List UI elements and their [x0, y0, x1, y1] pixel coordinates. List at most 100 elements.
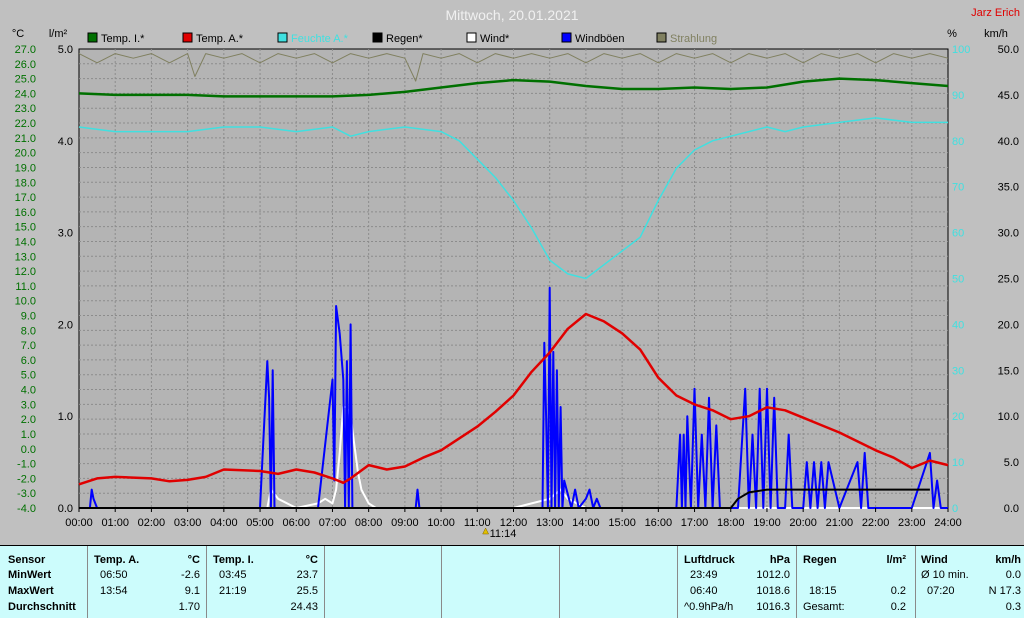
row-label-max: MaxWert: [8, 585, 54, 597]
temp-tick-label: 20.0: [15, 148, 36, 160]
temp-tick-label: 22.0: [15, 118, 36, 130]
column-divider: [796, 546, 797, 618]
rain-total-label: Gesamt:: [803, 601, 845, 613]
wind-unit-label: km/h: [984, 28, 1008, 40]
wind-avg: 0.0: [1005, 569, 1021, 581]
x-tick-label: 05:00: [246, 517, 274, 529]
temp-tick-label: 10.0: [15, 296, 36, 308]
humidity-tick-label: 80: [952, 136, 964, 148]
temp-i-max-time: 21:19: [219, 585, 247, 597]
humidity-tick-label: 100: [952, 44, 970, 56]
pressure-avg: 1016.3: [756, 601, 790, 613]
temp-tick-label: 14.0: [15, 236, 36, 248]
column-divider: [559, 546, 560, 618]
x-tick-label: 24:00: [934, 517, 962, 529]
temp-tick-label: 4.0: [21, 385, 36, 397]
rain-tick-label: 1.0: [58, 411, 73, 423]
rain-tick-label: 2.0: [58, 319, 73, 331]
x-tick-label: 16:00: [645, 517, 673, 529]
rain-tick-label: 3.0: [58, 228, 73, 240]
temp-tick-label: 23.0: [15, 103, 36, 115]
x-tick-label: 01:00: [101, 517, 129, 529]
x-tick-label: 07:00: [319, 517, 347, 529]
humidity-tick-label: 20: [952, 411, 964, 423]
legend-label: Windböen: [575, 33, 625, 45]
wind-max: N 17.3: [988, 585, 1021, 597]
humidity-tick-label: 90: [952, 90, 964, 102]
temp-tick-label: 21.0: [15, 133, 36, 145]
temp-tick-label: 3.0: [21, 399, 36, 411]
temp-tick-label: 1.0: [21, 429, 36, 441]
rain-tick-label: 0.0: [58, 503, 73, 515]
wind-tick-label: 35.0: [998, 182, 1019, 194]
column-divider: [441, 546, 442, 618]
pressure-max: 1018.6: [756, 585, 790, 597]
x-tick-label: 20:00: [789, 517, 817, 529]
x-tick-label: 18:00: [717, 517, 745, 529]
temp-tick-label: 27.0: [15, 44, 36, 56]
temp-tick-label: -4.0: [17, 503, 36, 515]
x-tick-label: 08:00: [355, 517, 383, 529]
pressure-max-time: 06:40: [690, 585, 718, 597]
temp-a-avg: 1.70: [178, 601, 200, 613]
x-tick-label: 10:00: [427, 517, 455, 529]
temp-tick-label: 18.0: [15, 177, 36, 189]
rain-unit-label: l/m²: [49, 28, 68, 40]
column-divider: [206, 546, 207, 618]
wind-day-avg: 0.3: [1005, 601, 1021, 613]
temp-tick-label: 15.0: [15, 222, 36, 234]
pressure-min-time: 23:49: [690, 569, 718, 581]
legend-label: Strahlung: [670, 33, 717, 45]
humidity-tick-label: 0: [952, 503, 958, 515]
humidity-tick-label: 60: [952, 228, 964, 240]
x-tick-label: 23:00: [898, 517, 926, 529]
x-tick-label: 19:00: [753, 517, 781, 529]
wind-tick-label: 10.0: [998, 411, 1019, 423]
wind-tick-label: 25.0: [998, 274, 1019, 286]
wind-tick-label: 30.0: [998, 228, 1019, 240]
chart-title: Mittwoch, 20.01.2021: [445, 7, 578, 23]
column-divider: [324, 546, 325, 618]
wind-avg-label: Ø 10 min.: [921, 569, 969, 581]
temp-tick-label: 7.0: [21, 340, 36, 352]
x-tick-label: 21:00: [826, 517, 854, 529]
temp-tick-label: 13.0: [15, 251, 36, 263]
marker-label: 11:14: [490, 528, 517, 540]
temp-tick-label: 11.0: [15, 281, 36, 293]
x-tick-label: 06:00: [282, 517, 310, 529]
column-divider: [677, 546, 678, 618]
temp-i-avg: 24.43: [290, 601, 318, 613]
x-tick-label: 11:00: [464, 517, 491, 529]
temp-a-unit: °C: [187, 554, 200, 566]
temp-tick-label: -3.0: [17, 488, 36, 500]
legend-swatch: [466, 32, 477, 43]
humidity-tick-label: 50: [952, 274, 964, 286]
x-tick-label: 09:00: [391, 517, 419, 529]
pressure-min: 1012.0: [756, 569, 790, 581]
x-tick-label: 03:00: [174, 517, 202, 529]
humidity-tick-label: 30: [952, 365, 964, 377]
x-tick-label: 17:00: [681, 517, 709, 529]
temp-i-unit: °C: [305, 554, 318, 566]
legend-label: Wind*: [480, 33, 510, 45]
temp-a-max: 9.1: [184, 585, 200, 597]
temp-tick-label: 9.0: [21, 311, 36, 323]
x-tick-label: 02:00: [138, 517, 166, 529]
temp-a-header: Temp. A.: [94, 554, 140, 566]
legend-swatch: [372, 32, 383, 43]
temp-tick-label: 6.0: [21, 355, 36, 367]
sensor-header: Sensor: [8, 554, 46, 566]
rain-value: 0.2: [890, 585, 906, 597]
temp-tick-label: 17.0: [15, 192, 36, 204]
wind-max-time: 07:20: [927, 585, 955, 597]
humidity-tick-label: 70: [952, 182, 964, 194]
humidity-tick-label: 10: [952, 457, 964, 469]
wind-unit: km/h: [995, 554, 1021, 566]
humidity-unit-label: %: [947, 28, 957, 40]
temp-tick-label: 0.0: [21, 444, 36, 456]
temp-tick-label: 8.0: [21, 325, 36, 337]
column-divider: [87, 546, 88, 618]
wind-tick-label: 20.0: [998, 319, 1019, 331]
temp-a-min: -2.6: [181, 569, 200, 581]
temp-i-min-time: 03:45: [219, 569, 247, 581]
